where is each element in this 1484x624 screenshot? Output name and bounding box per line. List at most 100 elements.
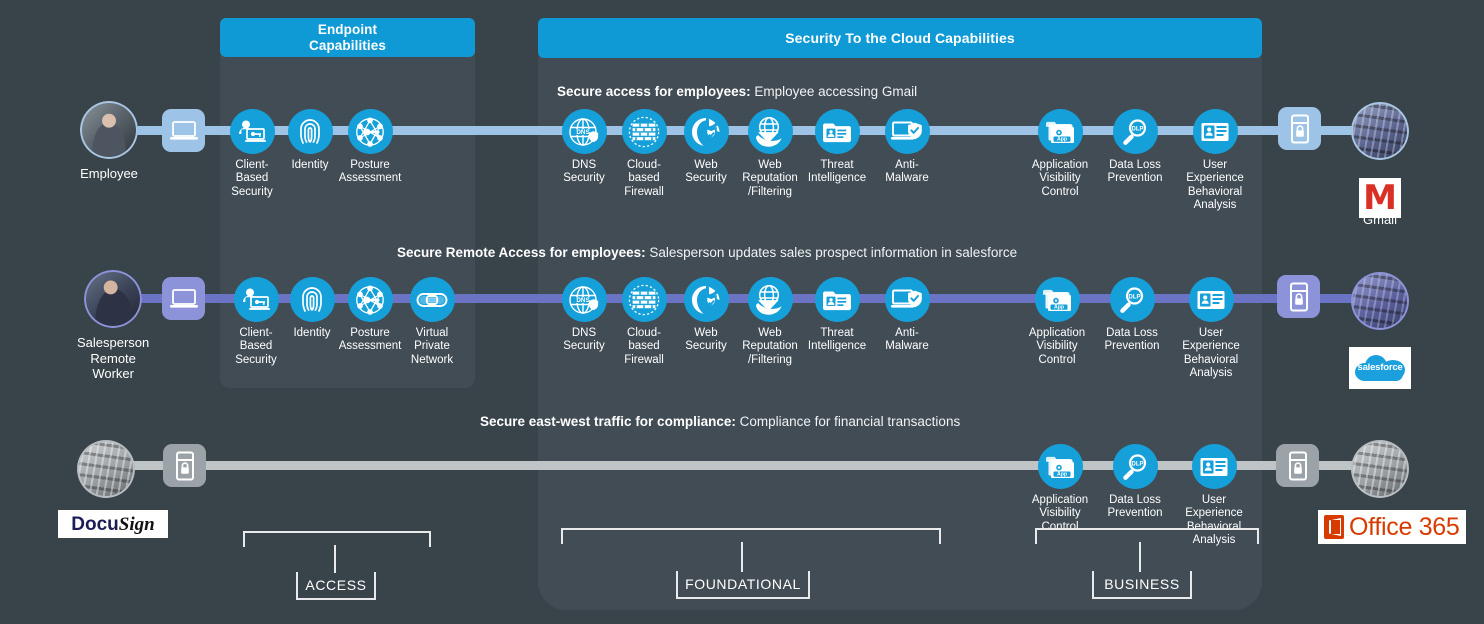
employee-node[interactable]: Employee <box>80 101 138 182</box>
client-based-security-icon <box>229 109 275 154</box>
cap-posture-assessment-r2[interactable]: Posture Assessment <box>339 277 401 354</box>
web-security-icon <box>683 109 729 154</box>
docusign-logo-text: DocuSign <box>71 515 154 534</box>
cap-user-experience-behavioral-analysis-r1[interactable]: User Experience Behavioral Analysis <box>1186 109 1244 213</box>
bracket-foundational-label: FOUNDATIONAL <box>685 576 801 592</box>
secure-server-lock-icon <box>1278 107 1321 150</box>
row-employee-title-bold: Secure access for employees: <box>557 84 751 99</box>
cap-label: Data Loss Prevention <box>1107 494 1163 520</box>
cap-posture-assessment-r1[interactable]: Posture Assessment <box>339 109 401 186</box>
office365-logo[interactable]: Office 365 <box>1318 510 1466 544</box>
bracket-access-span <box>243 531 431 547</box>
salesperson-node[interactable]: Salesperson Remote Worker <box>77 270 149 382</box>
user-experience-behavioral-analysis-icon <box>1191 444 1237 489</box>
cap-identity-r2[interactable]: Identity <box>289 277 335 340</box>
office365-secure-server-node[interactable] <box>1276 444 1319 487</box>
docusign-docu: Docu <box>71 513 119 535</box>
fingerprint-identity-icon <box>289 277 335 322</box>
data-loss-prevention-icon: DLP <box>1109 277 1155 322</box>
cap-application-visibility-control-r3[interactable]: App Application Visibility Control <box>1032 444 1088 534</box>
cap-web-reputation-filtering-r2[interactable]: Web Reputation /Filtering <box>742 277 798 367</box>
cap-cloud-firewall-r2[interactable]: Cloud- based Firewall <box>620 277 668 367</box>
anti-malware-icon <box>884 109 930 154</box>
svg-text:App: App <box>1057 136 1067 142</box>
office365-destination-node[interactable] <box>1351 440 1409 498</box>
cap-data-loss-prevention-r2[interactable]: DLP Data Loss Prevention <box>1105 277 1160 354</box>
docusign-secure-server-node[interactable] <box>163 444 206 487</box>
cap-application-visibility-control-r1[interactable]: App Application Visibility Control <box>1032 109 1088 199</box>
row-compliance-title-rest: Compliance for financial transactions <box>735 414 961 429</box>
dns-security-icon: DNS <box>561 277 607 322</box>
gmail-label: Gmail <box>1363 212 1397 227</box>
cloud-firewall-icon <box>621 109 667 154</box>
cap-label: Cloud- based Firewall <box>624 327 664 366</box>
laptop-icon <box>162 109 205 152</box>
secure-server-lock-icon <box>1276 444 1319 487</box>
cap-label: Client- Based Security <box>235 327 277 366</box>
cap-label: DNS Security <box>563 327 605 353</box>
cap-dns-security-r2[interactable]: DNS DNS Security <box>560 277 608 354</box>
cap-application-visibility-control-r2[interactable]: App Application Visibility Control <box>1029 277 1085 367</box>
posture-assessment-icon <box>347 109 393 154</box>
cap-label: Virtual Private Network <box>410 327 454 366</box>
cap-dns-security-r1[interactable]: DNS DNS Security <box>560 109 608 186</box>
web-reputation-filtering-icon <box>747 109 793 154</box>
employee-laptop-node[interactable] <box>162 109 205 152</box>
docusign-sign: Sign <box>118 513 155 535</box>
cap-virtual-private-network-r2[interactable]: Virtual Private Network <box>409 277 455 367</box>
cap-label: Data Loss Prevention <box>1107 159 1163 185</box>
cap-label: Threat Intelligence <box>807 159 867 185</box>
employee-photo <box>80 101 138 159</box>
cap-label: Application Visibility Control <box>1031 159 1089 198</box>
cap-threat-intelligence-r1[interactable]: Threat Intelligence <box>808 109 866 186</box>
svg-text:DLP: DLP <box>1129 294 1141 300</box>
cap-label: Posture Assessment <box>338 327 402 353</box>
svg-text:DLP: DLP <box>1132 461 1144 467</box>
bracket-access-label: ACCESS <box>305 577 367 593</box>
user-experience-behavioral-analysis-icon <box>1188 277 1234 322</box>
gmail-destination-node[interactable] <box>1351 102 1409 160</box>
bracket-business-span <box>1035 528 1259 544</box>
employee-secure-server-node[interactable] <box>1278 107 1321 150</box>
cap-anti-malware-r2[interactable]: Anti- Malware <box>884 277 930 354</box>
cap-client-based-security-r1[interactable]: Client- Based Security <box>229 109 275 199</box>
salesforce-logo-text: salesforce <box>1357 362 1403 373</box>
cap-data-loss-prevention-r3[interactable]: DLP Data Loss Prevention <box>1108 444 1163 521</box>
cap-user-experience-behavioral-analysis-r2[interactable]: User Experience Behavioral Analysis <box>1182 277 1240 381</box>
cap-label: Web Reputation /Filtering <box>742 159 798 198</box>
cap-web-security-r1[interactable]: Web Security <box>683 109 729 186</box>
datacenter-photo <box>1351 102 1409 160</box>
diagram-canvas: Endpoint Capabilities Security To the Cl… <box>0 0 1484 624</box>
cap-identity-r1[interactable]: Identity <box>287 109 333 172</box>
salesforce-logo[interactable]: salesforce <box>1349 347 1411 389</box>
salesforce-destination-node[interactable] <box>1351 272 1409 330</box>
cap-cloud-firewall-r1[interactable]: Cloud- based Firewall <box>620 109 668 199</box>
data-loss-prevention-icon: DLP <box>1112 109 1158 154</box>
cap-threat-intelligence-r2[interactable]: Threat Intelligence <box>808 277 866 354</box>
dns-security-icon: DNS <box>561 109 607 154</box>
cap-web-security-r2[interactable]: Web Security <box>683 277 729 354</box>
salesperson-label: Salesperson Remote Worker <box>77 335 150 382</box>
row-salesperson-title-bold: Secure Remote Access for employees: <box>397 245 646 260</box>
secure-server-lock-icon <box>1277 275 1320 318</box>
cap-label: Client- Based Security <box>231 159 273 198</box>
cap-client-based-security-r2[interactable]: Client- Based Security <box>233 277 279 367</box>
office-tile-icon <box>1324 515 1344 539</box>
row-salesperson-title: Secure Remote Access for employees: Sale… <box>397 245 1017 260</box>
cap-web-reputation-filtering-r1[interactable]: Web Reputation /Filtering <box>742 109 798 199</box>
cap-label: Data Loss Prevention <box>1104 327 1160 353</box>
cap-label: Posture Assessment <box>338 159 402 185</box>
cap-label: Web Security <box>685 327 727 353</box>
salesperson-laptop-node[interactable] <box>162 277 205 320</box>
cap-anti-malware-r1[interactable]: Anti- Malware <box>884 109 930 186</box>
salesforce-secure-server-node[interactable] <box>1277 275 1320 318</box>
application-visibility-control-icon: App <box>1037 444 1083 489</box>
cloud-firewall-icon <box>621 277 667 322</box>
employee-label: Employee <box>80 166 138 181</box>
docusign-logo[interactable]: DocuSign <box>58 510 168 538</box>
cap-data-loss-prevention-r1[interactable]: DLP Data Loss Prevention <box>1108 109 1163 186</box>
bracket-access-tag: ACCESS <box>296 572 376 600</box>
row-compliance-title-bold: Secure east-west traffic for compliance: <box>480 414 736 429</box>
bracket-business-stem <box>1139 542 1141 572</box>
docusign-source-node[interactable] <box>77 440 135 498</box>
